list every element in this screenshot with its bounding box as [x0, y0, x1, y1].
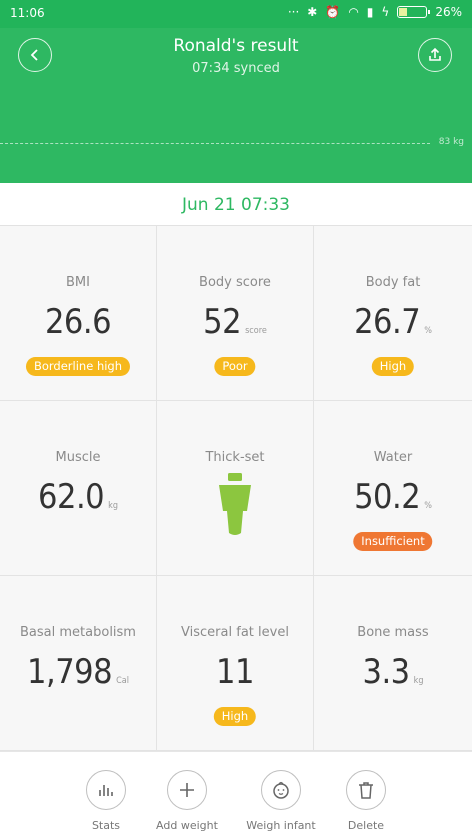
trash-icon — [346, 770, 386, 810]
action-label: Add weight — [156, 819, 218, 832]
plus-icon — [167, 770, 207, 810]
metric-body-type[interactable]: Thick-set — [157, 401, 314, 576]
status-bar: 11:06 ··· ✱ ⏰ ◠ ▮ ϟ 26% — [0, 0, 472, 28]
measurement-date: Jun 21 07:33 — [182, 195, 290, 215]
header: Ronald's result 07:34 synced 83 kg — [0, 28, 472, 183]
metric-value: 52 score — [157, 302, 313, 342]
metric-unit: Cal — [116, 676, 129, 686]
status-badge: High — [371, 357, 415, 376]
metric-number: 26.7 — [354, 302, 421, 342]
metric-water[interactable]: Water 50.2% Insufficient — [314, 401, 472, 576]
wifi-icon: ◠ — [348, 5, 359, 19]
status-badge: Borderline high — [25, 357, 131, 376]
metric-unit: kg — [413, 676, 424, 686]
more-icon: ··· — [287, 5, 300, 19]
bluetooth-icon: ✱ — [307, 5, 318, 19]
stats-button[interactable]: Stats — [61, 770, 151, 832]
share-icon — [429, 47, 441, 61]
metric-number: 3.3 — [362, 652, 411, 692]
metric-number: 11 — [216, 652, 254, 692]
metric-label: Body fat — [365, 275, 421, 290]
signal-icon: ▮ — [366, 5, 374, 19]
metric-visceral-fat[interactable]: Visceral fat level 11 High — [157, 576, 314, 751]
metric-bone-mass[interactable]: Bone mass 3.3 kg — [314, 576, 472, 751]
charging-icon: ϟ — [381, 5, 390, 19]
battery-fill — [399, 8, 407, 16]
metric-label: BMI — [66, 275, 90, 290]
alarm-icon: ⏰ — [325, 5, 341, 19]
battery-icon — [397, 6, 431, 18]
stats-icon — [86, 770, 126, 810]
add-weight-button[interactable]: Add weight — [142, 770, 232, 832]
metric-number: 62.0 — [38, 477, 105, 517]
metric-value: 62.0 kg — [0, 477, 156, 517]
page-title: Ronald's result — [173, 36, 299, 56]
metric-value: 3.3 kg — [314, 652, 472, 692]
metric-label: Basal metabolism — [20, 625, 136, 640]
metric-value: 26.6 — [0, 302, 156, 342]
metric-body-fat[interactable]: Body fat 26.7% High — [314, 226, 472, 401]
metric-number: 50.2 — [354, 477, 421, 517]
metrics-grid: BMI 26.6 Borderline high Body score 52 sc… — [0, 226, 472, 751]
weigh-infant-button[interactable]: Weigh infant — [236, 770, 326, 832]
weight-goal-label: 83 kg — [438, 137, 464, 147]
status-badge: Poor — [214, 357, 256, 376]
metric-basal-metabolism[interactable]: Basal metabolism 1,798 Cal — [0, 576, 157, 751]
metric-body-score[interactable]: Body score 52 score Poor — [157, 226, 314, 401]
sync-status: 07:34 synced — [192, 61, 280, 76]
metric-value: 50.2% — [314, 477, 472, 517]
status-badge: Insufficient — [353, 532, 433, 551]
metric-number: 26.6 — [44, 302, 112, 342]
action-label: Delete — [347, 819, 385, 832]
metric-value: 1,798 Cal — [0, 652, 156, 692]
status-time: 11:06 — [10, 6, 45, 20]
metric-label: Body score — [199, 275, 271, 290]
metric-number: 52 — [203, 302, 242, 342]
body-type-figure-icon — [219, 473, 251, 535]
bottom-action-bar: Stats Add weight Weigh infant Delete — [0, 751, 472, 840]
status-badge: High — [213, 707, 257, 726]
metric-label: Bone mass — [357, 625, 429, 640]
metric-label: Thick-set — [205, 450, 265, 465]
metric-number: 1,798 — [27, 652, 113, 692]
metric-label: Visceral fat level — [181, 625, 289, 640]
metric-value: 11 — [157, 652, 313, 692]
metric-unit: % — [424, 326, 432, 336]
date-strip: Jun 21 07:33 — [0, 183, 472, 226]
metric-unit: score — [245, 326, 267, 336]
baby-face-icon — [261, 770, 301, 810]
metric-value: 26.7% — [314, 302, 472, 342]
battery-percent: 26% — [435, 5, 462, 19]
metric-bmi[interactable]: BMI 26.6 Borderline high — [0, 226, 157, 401]
delete-button[interactable]: Delete — [321, 770, 411, 832]
metric-muscle[interactable]: Muscle 62.0 kg — [0, 401, 157, 576]
action-label: Weigh infant — [246, 819, 316, 832]
metric-unit: % — [424, 501, 432, 511]
share-button[interactable] — [418, 38, 452, 72]
status-icons: ··· ✱ ⏰ ◠ ▮ ϟ 26% — [288, 5, 462, 19]
weight-goal-line — [0, 143, 430, 144]
action-label: Stats — [91, 819, 121, 832]
metric-label: Muscle — [55, 450, 101, 465]
metric-label: Water — [373, 450, 413, 465]
metric-unit: kg — [108, 501, 118, 511]
